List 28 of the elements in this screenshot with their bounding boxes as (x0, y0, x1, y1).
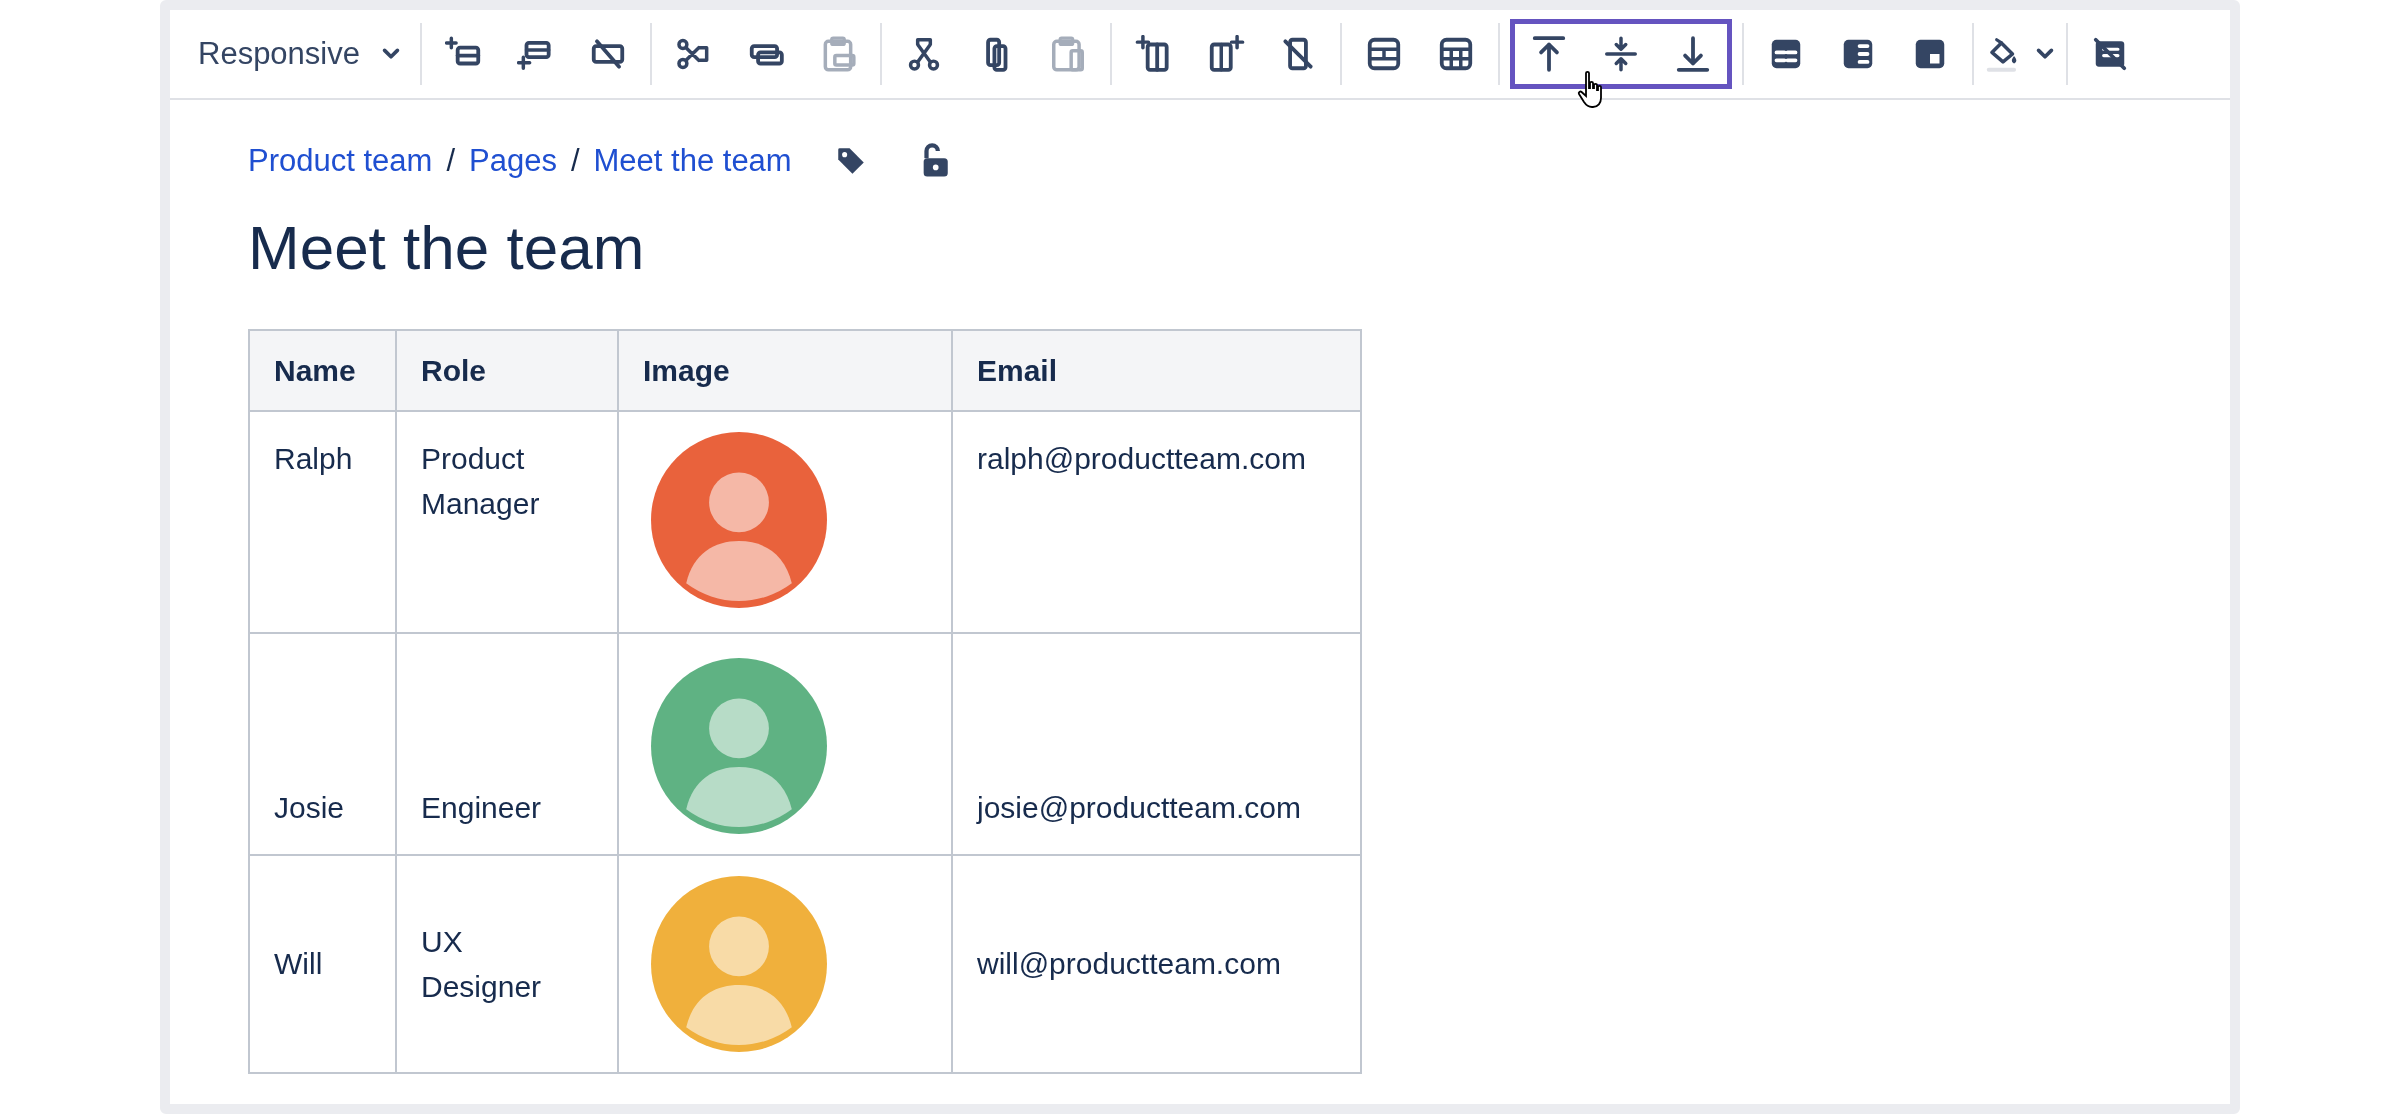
table-cell: Josie (249, 632, 396, 855)
breadcrumb-separator: / (570, 142, 580, 180)
layout-dropdown[interactable]: Responsive (190, 22, 410, 86)
table-cell: josie@productteam.com (952, 632, 1361, 855)
table-cell: ralph@productteam.com (952, 410, 1361, 633)
align-bottom-icon (1674, 35, 1712, 73)
breadcrumb-link[interactable]: Pages (469, 138, 557, 185)
table-cell: will@productteam.com (952, 854, 1361, 1073)
table-slash-icon (2091, 35, 2129, 73)
table-cell: Engineer (396, 632, 618, 855)
clipboard-column-icon (1049, 35, 1087, 73)
column-header: Image (618, 329, 952, 411)
table-cell: Ralph (249, 410, 396, 633)
page-title: Meet the team (248, 211, 646, 284)
add-column-right-icon (1207, 35, 1245, 73)
breadcrumb-link[interactable]: Product team (248, 138, 433, 185)
column-header: Role (396, 329, 618, 411)
breadcrumb-link[interactable]: Meet the team (593, 138, 792, 185)
column-header: Email (952, 329, 1361, 411)
column-header: Name (249, 329, 396, 411)
align-middle-icon (1602, 35, 1640, 73)
breadcrumb-separator: / (446, 142, 455, 180)
table-cell: UX Designer (396, 854, 618, 1073)
table-cell: Will (249, 854, 396, 1073)
align-top-icon (1530, 35, 1568, 73)
table-grid-icon (1437, 35, 1475, 73)
table-cell: Product Manager (396, 410, 618, 633)
table-rows-icon (1365, 35, 1403, 73)
